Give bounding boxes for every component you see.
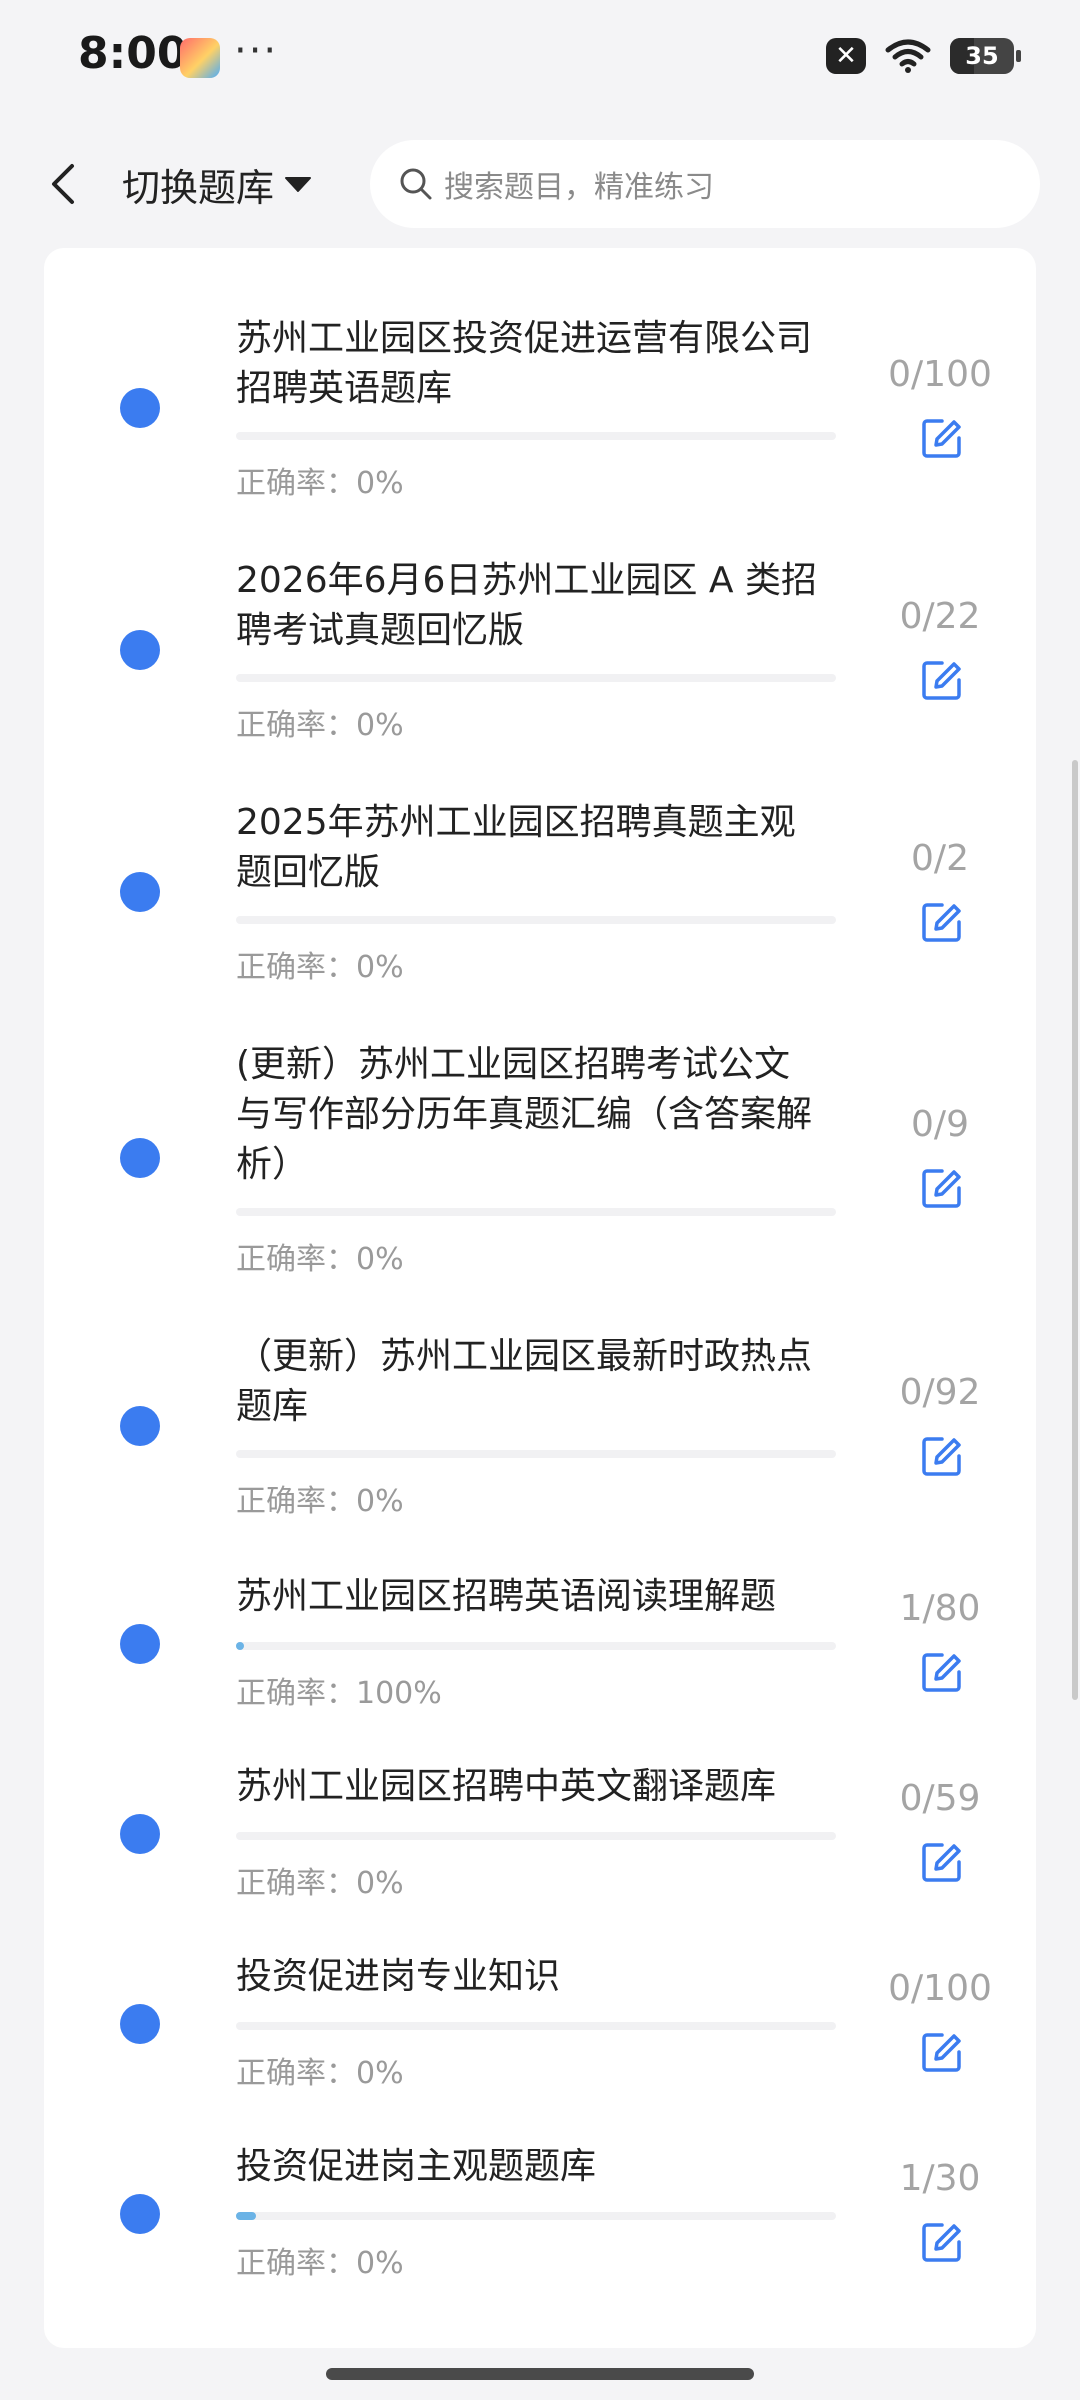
edit-icon [922,1437,961,1476]
edit-button[interactable] [914,652,970,708]
item-title: 2026年6月6日苏州工业园区 A 类招聘考试真题回忆版 [236,560,817,651]
item-title: 苏州工业园区招聘中英文翻译题库 [236,1766,777,1807]
battery-level: 35 [965,42,999,70]
status-bar: 8:00 ··· ✕ 35 [0,0,1080,120]
progress-bar [236,1208,836,1216]
edit-button[interactable] [914,2024,970,2080]
bullet-dot [120,388,160,428]
item-title: （更新）苏州工业园区最新时政热点题库 [236,1336,813,1427]
edit-button[interactable] [914,410,970,466]
progress-count: 1/30 [899,2158,981,2199]
bullet-dot [120,2194,160,2234]
edit-button[interactable] [914,1160,970,1216]
accuracy-text: 正确率：0% [236,1866,404,1901]
edit-button[interactable] [914,1428,970,1484]
bullet-dot [120,872,160,912]
top-header: 切换题库 搜索题目，精准练习 [0,120,1080,248]
item-title: (更新）苏州工业园区招聘考试公文与写作部分历年真题汇编（含答案解析） [236,1044,813,1185]
item-title: 苏州工业园区投资促进运营有限公司招聘英语题库 [236,318,813,409]
progress-bar [236,2212,836,2220]
progress-count: 0/9 [911,1104,969,1145]
search-input[interactable]: 搜索题目，精准练习 [370,140,1040,228]
accuracy-text: 正确率：0% [236,950,404,985]
switch-library-label: 切换题库 [122,165,275,210]
accuracy-text: 正确率：0% [236,2246,404,2281]
bullet-dot [120,1814,160,1854]
progress-count: 0/22 [899,596,981,637]
search-placeholder: 搜索题目，精准练习 [444,170,714,205]
battery-icon: 35 [950,38,1021,74]
close-badge-icon: ✕ [826,38,866,74]
status-icons: ✕ 35 [826,38,1021,74]
status-time: 8:00 [78,28,188,79]
item-title: 投资促进岗专业知识 [236,1956,561,1997]
wifi-icon [885,39,931,73]
search-icon [400,168,432,200]
progress-bar [236,1832,836,1840]
edit-button[interactable] [914,894,970,950]
bullet-dot [120,1624,160,1664]
accuracy-text: 正确率：100% [236,1676,442,1711]
edit-button[interactable] [914,1644,970,1700]
accuracy-text: 正确率：0% [236,2056,404,2091]
accuracy-text: 正确率：0% [236,1484,404,1519]
edit-icon [922,419,961,458]
edit-button[interactable] [914,1834,970,1890]
progress-bar [236,1450,836,1458]
accuracy-text: 正确率：0% [236,466,404,501]
item-title: 苏州工业园区招聘英语阅读理解题 [236,1576,777,1617]
edit-icon [922,1843,961,1882]
edit-icon [922,661,961,700]
more-notifications-icon: ··· [234,28,279,74]
scrollbar[interactable] [1072,760,1078,1700]
home-indicator[interactable] [326,2368,754,2380]
edit-button[interactable] [914,2214,970,2270]
back-button[interactable] [38,154,88,214]
bullet-dot [120,1138,160,1178]
progress-bar [236,2022,836,2030]
progress-bar [236,916,836,924]
edit-icon [922,1653,961,1692]
accuracy-text: 正确率：0% [236,1242,404,1277]
progress-bar [236,674,836,682]
progress-count: 0/2 [911,838,969,879]
progress-count: 0/92 [899,1372,981,1413]
progress-bar [236,1642,836,1650]
progress-count: 0/100 [888,1968,992,2009]
bullet-dot [120,2004,160,2044]
bullet-dot [120,1406,160,1446]
progress-count: 1/80 [899,1588,981,1629]
progress-bar [236,432,836,440]
switch-library-dropdown[interactable]: 切换题库 [122,158,312,210]
edit-icon [922,1169,961,1208]
app-notification-icon [180,38,220,78]
edit-icon [922,2033,961,2072]
edit-icon [922,903,961,942]
edit-icon [922,2223,961,2262]
bullet-dot [120,630,160,670]
question-bank-list: 苏州工业园区投资促进运营有限公司招聘英语题库 正确率：0% 0/100 2026… [44,248,1036,2348]
chevron-left-icon [52,164,74,204]
caret-down-icon [285,177,312,192]
progress-count: 0/100 [888,354,992,395]
item-title: 2025年苏州工业园区招聘真题主观题回忆版 [236,802,796,893]
accuracy-text: 正确率：0% [236,708,404,743]
item-title: 投资促进岗主观题题库 [236,2146,597,2187]
progress-count: 0/59 [899,1778,981,1819]
